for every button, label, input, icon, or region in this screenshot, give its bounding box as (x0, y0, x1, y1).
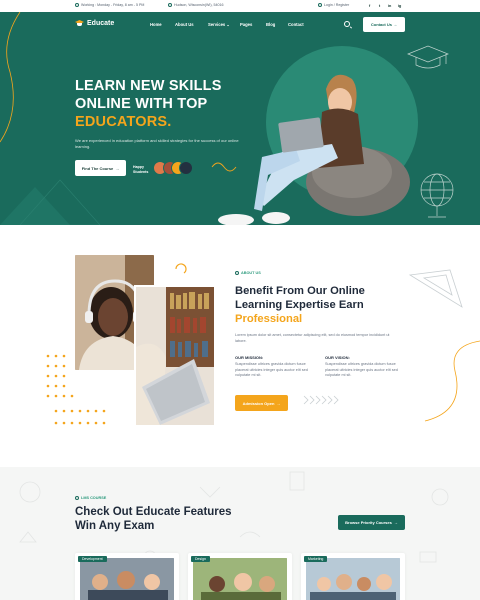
vision-block: OUR VISION: Suspendisse ultrices gravida… (325, 355, 403, 379)
course-card-illustration (80, 558, 174, 600)
features-heading: Check Out Educate Features Win Any Exam (75, 505, 275, 533)
badge-icon (75, 496, 79, 500)
about-heading-line3: Professional (235, 313, 303, 325)
brand-logo[interactable]: Educate (75, 20, 114, 27)
nav-item-services[interactable]: Services ⌄ (208, 22, 230, 27)
hero-section: Educate Home About Us Services ⌄ Pages B… (0, 12, 480, 225)
mission-block: OUR MISSION: Suspendisse ultrices gravid… (235, 355, 313, 379)
hero-triangle-shape (0, 187, 70, 225)
address: Hudson, Wisconsin(WI), 54016 (168, 3, 224, 7)
login-register-link[interactable]: Login / Register (318, 3, 349, 7)
address-text: Hudson, Wisconsin(WI), 54016 (174, 3, 224, 7)
graduation-cap-icon (75, 20, 84, 27)
course-category-tag: Design (191, 556, 210, 562)
course-card[interactable]: Marketing (301, 553, 405, 600)
hero-headline-line2: ONLINE WITH TOP (75, 96, 208, 112)
library-laptop-illustration (136, 287, 214, 425)
about-section: ABOUT US Benefit From Our Online Learnin… (0, 225, 480, 467)
hero-headline-line1: LEARN NEW SKILLS (75, 78, 222, 94)
course-card-illustration (193, 558, 287, 600)
twitter-icon[interactable]: t (377, 3, 382, 8)
nav-item-contact[interactable]: Contact (288, 22, 304, 27)
graduation-cap-outline-icon (407, 45, 449, 69)
admission-open-label: Admission Open (242, 400, 275, 406)
arrow-right-icon: → (115, 165, 120, 171)
contact-us-button[interactable]: Contact Us → (363, 17, 405, 32)
about-heading-line2: Learning Expertise Earn (235, 299, 364, 311)
hero-squiggle (211, 162, 237, 172)
find-course-button[interactable]: Find The Course → (75, 160, 126, 176)
browse-courses-button[interactable]: Browse Priority Courses → (338, 515, 405, 530)
course-card-image (306, 558, 400, 600)
lms-course-tag-text: LMS COURSE (81, 496, 107, 500)
happy-students-label: Happy Students (133, 165, 148, 174)
about-us-tag: ABOUT US (235, 271, 261, 275)
login-register-text: Login / Register (324, 3, 350, 7)
globe-outline-icon (420, 173, 454, 218)
nav-item-services-label: Services (208, 22, 226, 27)
working-hours-text: Working : Monday - Friday, 8 am - 5 PM (81, 3, 145, 7)
nav-item-pages[interactable]: Pages (240, 22, 252, 27)
top-bar: Working : Monday - Friday, 8 am - 5 PM H… (0, 0, 480, 12)
nav-item-home[interactable]: Home (150, 22, 162, 27)
hero-headline: LEARN NEW SKILLS ONLINE WITH TOP EDUCATO… (75, 77, 255, 131)
find-course-label: Find The Course (81, 165, 114, 171)
working-hours: Working : Monday - Friday, 8 am - 5 PM (75, 3, 144, 7)
location-pin-icon (168, 3, 172, 7)
course-card-illustration (306, 558, 400, 600)
happy-students-line2: Students (133, 169, 149, 174)
features-heading-line2: Win Any Exam (75, 520, 155, 532)
about-heading: Benefit From Our Online Learning Experti… (235, 284, 395, 326)
hero-description: We are experienced in education platform… (75, 138, 239, 149)
set-square-outline-icon (408, 269, 463, 308)
chevron-pattern (303, 395, 339, 405)
avatar (179, 161, 193, 175)
facebook-icon[interactable]: f (367, 3, 372, 8)
orange-arc (175, 263, 187, 274)
admission-open-button[interactable]: Admission Open → (235, 395, 288, 411)
features-heading-line1: Check Out Educate Features (75, 506, 232, 518)
nav-item-blog[interactable]: Blog (266, 22, 275, 27)
arrow-right-icon: → (392, 22, 398, 27)
arrow-right-icon: → (276, 400, 281, 406)
hero-curve-line (0, 12, 21, 143)
library-laptop-image (134, 285, 216, 427)
course-category-tag: Development (78, 556, 107, 562)
course-card-image (80, 558, 174, 600)
vision-title: OUR VISION: (325, 355, 350, 360)
brand-name: Educate (87, 20, 115, 27)
about-us-tag-text: ABOUT US (241, 271, 261, 275)
course-card[interactable]: Design (188, 553, 292, 600)
browse-courses-label: Browse Priority Courses (345, 520, 392, 525)
mission-text: Suspendisse ultrices gravida dictum fusc… (235, 362, 308, 377)
about-heading-line1: Benefit From Our Online (235, 285, 365, 297)
hero-headline-line3: EDUCATORS. (75, 114, 172, 130)
nav-item-about[interactable]: About Us (175, 22, 194, 27)
mission-title: OUR MISSION: (235, 355, 264, 360)
about-curve-line (424, 340, 480, 422)
course-card[interactable]: Development (75, 553, 179, 600)
clock-icon (75, 3, 79, 7)
linkedin-icon[interactable]: in (387, 3, 392, 8)
features-section: LMS COURSE Check Out Educate Features Wi… (0, 467, 480, 600)
badge-icon (235, 271, 239, 275)
about-decorations (46, 263, 480, 425)
lms-course-tag: LMS COURSE (75, 496, 106, 500)
course-category-tag: Marketing (304, 556, 328, 562)
course-card-image (193, 558, 287, 600)
user-icon (318, 3, 322, 7)
instagram-icon[interactable]: ig (397, 3, 402, 8)
contact-us-label: Contact Us (370, 22, 392, 27)
about-intro-text: Lorem ipsum dolor sit amet, consectetur … (235, 333, 390, 343)
search-icon[interactable] (344, 21, 350, 27)
vision-text: Suspendisse ultrices gravida dictum fusc… (325, 362, 398, 377)
chevron-down-icon: ⌄ (226, 22, 230, 27)
arrow-right-icon: → (393, 520, 398, 525)
